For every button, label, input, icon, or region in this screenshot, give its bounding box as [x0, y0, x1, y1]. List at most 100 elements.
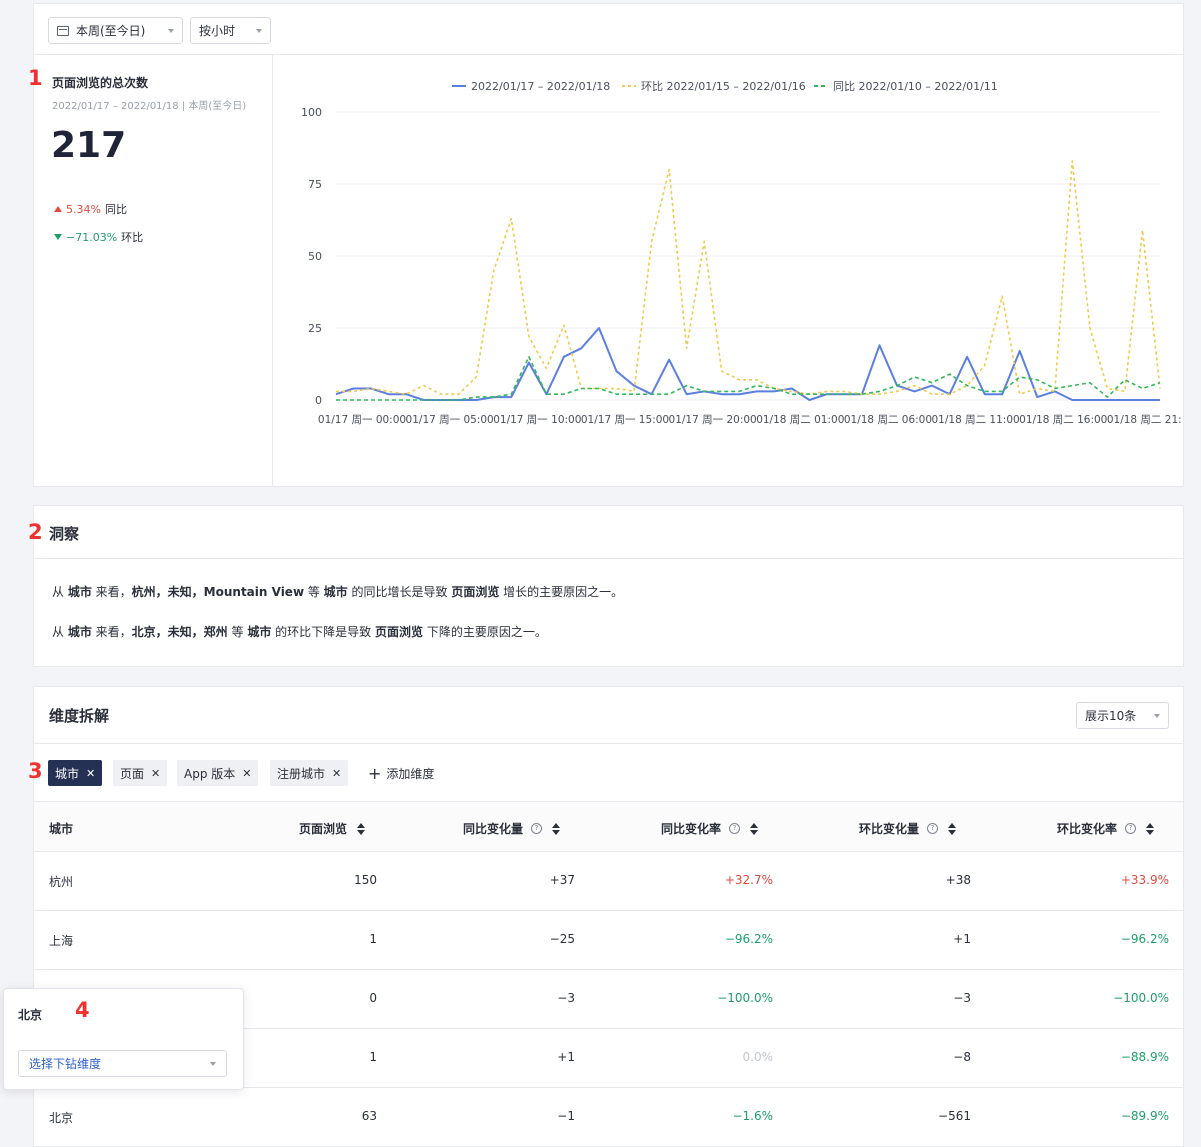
trend-card: 本周(至今日) 按小时 页面浏览的总次数 2022/01/17 – 2022/0…	[33, 3, 1184, 487]
cell-city[interactable]: 上海	[49, 932, 73, 949]
sort-icon[interactable]	[948, 822, 957, 835]
mom-change-value: −71.03%	[66, 230, 118, 244]
table-row[interactable]: 杭州 150 +37 +32.7% +38 +33.9%	[34, 852, 1183, 911]
add-dimension-button[interactable]: + 添加维度	[368, 760, 434, 786]
close-icon[interactable]: ✕	[332, 767, 341, 780]
cell-yoy-diff: −1	[557, 1109, 575, 1123]
annotation-marker-4: 4	[75, 998, 90, 1022]
insight-title: 洞察	[49, 525, 80, 543]
column-header-mom-diff[interactable]: 环比变化量?	[859, 820, 957, 837]
cell-city[interactable]: 北京	[49, 1109, 73, 1126]
y-tick-label: 75	[308, 178, 322, 191]
cell-pv: 150	[354, 873, 377, 887]
column-header-mom-rate[interactable]: 环比变化率?	[1057, 820, 1155, 837]
x-tick-label: 01/17 周一 00:00	[318, 414, 406, 426]
cell-yoy-diff: −3	[557, 991, 575, 1005]
sort-icon[interactable]	[357, 822, 366, 835]
x-tick-label: 01/18 周二 11:00	[932, 414, 1020, 426]
cell-pv: 63	[361, 1109, 377, 1123]
cell-yoy-diff: +1	[557, 1050, 575, 1064]
x-tick-label: 01/18 周二 06:00	[844, 414, 932, 426]
metric-total-value: 217	[51, 125, 127, 166]
column-header-pv[interactable]: 页面浏览	[299, 820, 366, 837]
close-icon[interactable]: ✕	[242, 767, 251, 780]
chevron-down-icon	[168, 28, 174, 33]
dimension-tag-city[interactable]: 城市 ✕	[48, 760, 103, 786]
insight-text: 来看，	[91, 585, 132, 599]
tag-label: 页面	[120, 766, 145, 781]
help-icon[interactable]: ?	[1125, 823, 1137, 834]
insight-dimension: 城市	[67, 585, 92, 599]
legend-label: 2022/01/17 – 2022/01/18	[471, 80, 610, 93]
insight-line-mom: 从 城市 来看，北京，未知，郑州 等 城市 的环比下降是导致 页面浏览 下降的主…	[52, 623, 547, 640]
mom-change-label: 环比	[121, 231, 144, 244]
table-header: 城市 页面浏览 同比变化量? 同比变化率? 环比变化量? 环比变化率?	[34, 801, 1183, 852]
date-range-value: 本周(至今日)	[76, 24, 146, 38]
tag-label: 注册城市	[277, 766, 326, 781]
dimension-tag-register-city[interactable]: 注册城市 ✕	[270, 760, 349, 786]
legend-label: 环比 2022/01/15 – 2022/01/16	[641, 80, 806, 93]
chevron-down-icon	[256, 28, 262, 33]
table-row[interactable]: 上海 1 −25 −96.2% +1 −96.2%	[34, 911, 1183, 970]
cell-city[interactable]: 杭州	[49, 873, 73, 890]
cell-pv: 1	[369, 1050, 377, 1064]
column-label: 页面浏览	[299, 822, 348, 836]
column-header-yoy-diff[interactable]: 同比变化量?	[463, 820, 561, 837]
column-label: 同比变化率	[661, 822, 722, 836]
line-chart[interactable]: 025507510001/17 周一 00:00 01/17 周一 05:00 01…	[274, 56, 1182, 484]
close-icon[interactable]: ✕	[151, 767, 160, 780]
dimension-tag-app-version[interactable]: App 版本 ✕	[177, 760, 259, 786]
column-label: 同比变化量	[463, 822, 524, 836]
metric-date-range: 2022/01/17 – 2022/01/18 | 本周(至今日)	[52, 101, 247, 112]
y-tick-label: 100	[301, 106, 322, 119]
insight-text: 等	[304, 585, 324, 599]
cell-mom-rate: −96.2%	[1120, 932, 1169, 946]
show-count-select[interactable]: 展示10条	[1076, 702, 1169, 729]
show-count-value: 展示10条	[1085, 709, 1137, 723]
insight-card: 洞察 从 城市 来看，杭州，未知，Mountain View 等 城市 的同比增…	[33, 505, 1184, 667]
help-icon[interactable]: ?	[927, 823, 939, 834]
dimension-header: 维度拆解 展示10条	[34, 687, 1183, 744]
cell-yoy-rate: −100.0%	[717, 991, 773, 1005]
cell-mom-diff: −3	[953, 991, 971, 1005]
sort-icon[interactable]	[552, 822, 561, 835]
help-icon[interactable]: ?	[729, 823, 741, 834]
insight-metric: 页面浏览	[374, 625, 423, 639]
insight-text: 增长的主要原因之一。	[499, 585, 624, 599]
cell-yoy-rate: 0.0%	[742, 1050, 774, 1064]
plus-icon: +	[368, 763, 382, 783]
sort-icon[interactable]	[1146, 822, 1155, 835]
help-icon[interactable]: ?	[531, 823, 543, 834]
y-tick-label: 0	[315, 394, 322, 407]
close-icon[interactable]: ✕	[86, 767, 95, 780]
metric-title: 页面浏览的总次数	[52, 76, 149, 90]
column-label: 环比变化量	[859, 822, 920, 836]
x-tick-label: 01/17 周一 10:00	[493, 414, 581, 426]
cell-mom-rate: −100.0%	[1113, 991, 1169, 1005]
date-range-select[interactable]: 本周(至今日)	[48, 17, 183, 44]
dimension-tag-page[interactable]: 页面 ✕	[113, 760, 168, 786]
metric-panel: 页面浏览的总次数 2022/01/17 – 2022/01/18 | 本周(至今…	[34, 55, 273, 486]
table-row[interactable]: 北京 63 −1 −1.6% −561 −89.9%	[34, 1088, 1183, 1147]
column-header-yoy-rate[interactable]: 同比变化率?	[661, 820, 759, 837]
chevron-down-icon	[210, 1061, 216, 1066]
insight-line-yoy: 从 城市 来看，杭州，未知，Mountain View 等 城市 的同比增长是导…	[52, 583, 623, 600]
cell-mom-rate: −89.9%	[1120, 1109, 1169, 1123]
sort-icon[interactable]	[750, 822, 759, 835]
column-label: 环比变化率	[1057, 822, 1118, 836]
x-tick-label: 01/18 周二 01:00	[756, 414, 844, 426]
granularity-select[interactable]: 按小时	[190, 17, 271, 44]
insight-dimension: 城市	[323, 585, 348, 599]
x-tick-label: 01/17 周一 15:00	[581, 414, 669, 426]
annotation-marker-3: 3	[28, 759, 43, 783]
x-tick-label: 01/18 周二 21:00	[1107, 414, 1182, 426]
cell-yoy-rate: +32.7%	[724, 873, 773, 887]
tag-label: App 版本	[184, 766, 236, 781]
annotation-marker-1: 1	[28, 66, 43, 90]
y-tick-label: 25	[308, 322, 322, 335]
arrow-down-icon	[54, 234, 62, 240]
drill-down-popup: 北京 4 选择下钻维度	[3, 988, 244, 1090]
yoy-change: 5.34% 同比	[54, 201, 127, 217]
insight-text: 来看，	[91, 625, 132, 639]
drill-dimension-select[interactable]: 选择下钻维度	[18, 1050, 227, 1077]
